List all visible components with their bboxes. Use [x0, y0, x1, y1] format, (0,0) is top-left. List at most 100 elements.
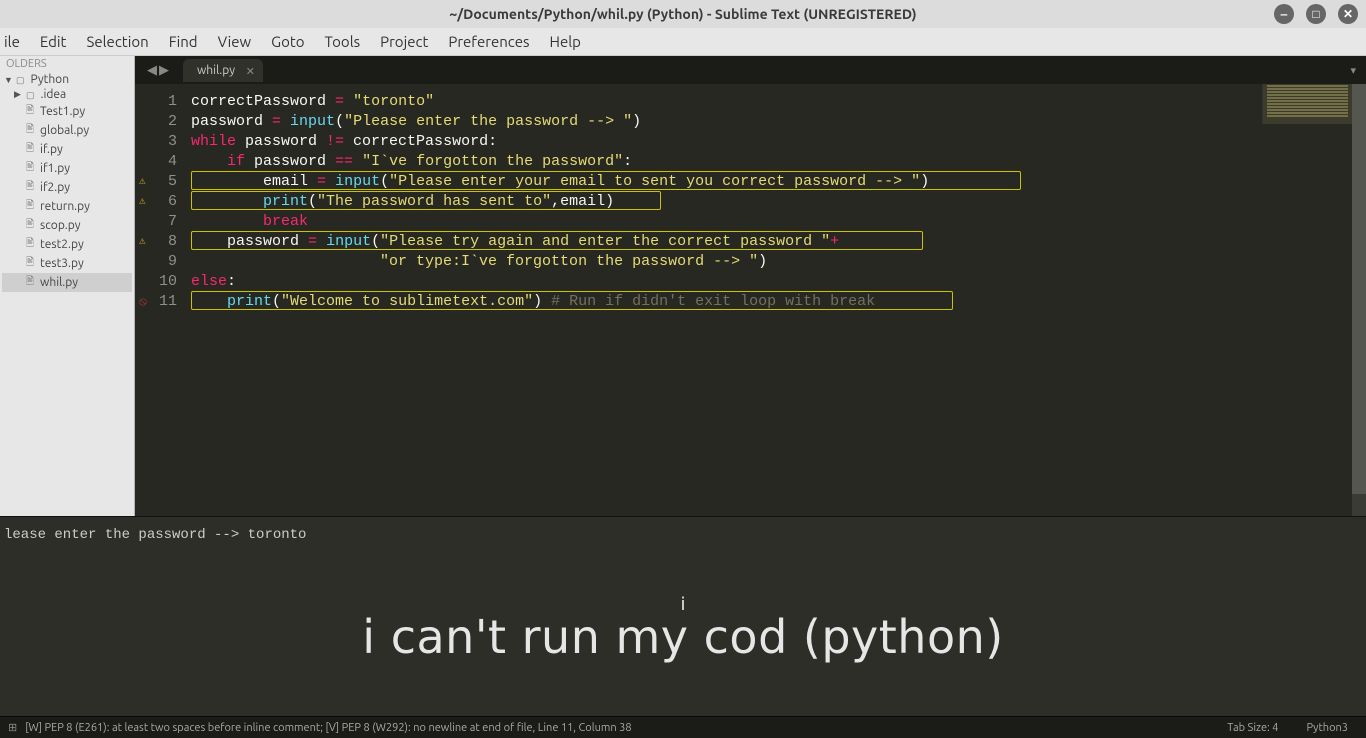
tab-label: whil.py: [197, 64, 235, 77]
menu-preferences[interactable]: Preferences: [438, 29, 539, 54]
tab-nav-arrows[interactable]: ◀▶: [141, 63, 175, 78]
menu-project[interactable]: Project: [370, 29, 438, 54]
file-label: test2.py: [40, 238, 84, 251]
file-tree: ▼ Python▶.idea Test1.py global.py if.py if1.p…: [0, 72, 134, 292]
file-label: if1.py: [40, 162, 70, 175]
line-number: 2: [135, 112, 177, 132]
file-item[interactable]: Test1.py: [2, 102, 132, 121]
code-line[interactable]: break: [191, 212, 1366, 232]
scrollbar-thumb[interactable]: [1352, 84, 1366, 494]
code-line[interactable]: email = input("Please enter your email t…: [191, 172, 1366, 192]
file-label: global.py: [40, 124, 89, 137]
tab-close-icon[interactable]: ✕: [246, 65, 255, 78]
tab-dropdown-icon[interactable]: ▾: [1350, 64, 1356, 77]
close-button[interactable]: ✕: [1338, 4, 1358, 24]
code-line[interactable]: password = input("Please enter the passw…: [191, 112, 1366, 132]
file-label: scop.py: [40, 219, 81, 232]
line-number: 1: [135, 92, 177, 112]
file-item[interactable]: test3.py: [2, 254, 132, 273]
code-editor[interactable]: 1234567891011 correctPassword = "toronto…: [135, 84, 1366, 516]
menu-selection[interactable]: Selection: [76, 29, 158, 54]
nav-fwd-icon[interactable]: ▶: [159, 63, 169, 78]
file-item[interactable]: if2.py: [2, 178, 132, 197]
code-line[interactable]: while password != correctPassword:: [191, 132, 1366, 152]
status-icon: ⊞: [8, 721, 17, 734]
sidebar-header: OLDERS: [0, 56, 134, 72]
code-line[interactable]: correctPassword = "toronto": [191, 92, 1366, 112]
menubar: ileEditSelectionFindViewGotoToolsProject…: [0, 28, 1366, 56]
code-line[interactable]: else:: [191, 272, 1366, 292]
line-number: 9: [135, 252, 177, 272]
file-icon: [26, 255, 36, 272]
tab-whil-py[interactable]: whil.py ✕: [183, 59, 263, 82]
menu-view[interactable]: View: [208, 29, 262, 54]
file-icon: [26, 236, 36, 253]
minimize-button[interactable]: ‒: [1274, 4, 1294, 24]
window-controls: ‒ □ ✕: [1274, 4, 1358, 24]
syntax-lang[interactable]: Python3: [1296, 722, 1358, 734]
sidebar: OLDERS ▼ Python▶.idea Test1.py global.py if.…: [0, 56, 135, 516]
file-label: return.py: [40, 200, 90, 213]
menu-find[interactable]: Find: [159, 29, 208, 54]
line-number: 11: [135, 292, 177, 312]
scrollbar[interactable]: [1352, 84, 1366, 516]
folder-icon: [16, 73, 27, 86]
window-title: ~/Documents/Python/whil.py (Python) - Su…: [449, 6, 916, 22]
file-icon: [26, 160, 36, 177]
menu-ile[interactable]: ile: [4, 29, 30, 54]
file-item[interactable]: global.py: [2, 121, 132, 140]
editor-area: ◀▶ whil.py ✕ ▾ 1234567891011 correctPass…: [135, 56, 1366, 516]
line-number: 3: [135, 132, 177, 152]
file-item[interactable]: if1.py: [2, 159, 132, 178]
gutter: 1234567891011: [135, 84, 183, 516]
menu-help[interactable]: Help: [540, 29, 591, 54]
folder-icon: [26, 88, 37, 101]
nav-back-icon[interactable]: ◀: [147, 63, 157, 78]
maximize-button[interactable]: □: [1306, 4, 1326, 24]
folder-label: Python: [31, 73, 70, 86]
file-label: if2.py: [40, 181, 70, 194]
console-output: lease enter the password --> toronto: [4, 527, 1362, 543]
code-line[interactable]: "or type:I`ve forgotton the password -->…: [191, 252, 1366, 272]
statusbar: ⊞ [W] PEP 8 (E261): at least two spaces …: [0, 716, 1366, 738]
file-label: Test1.py: [40, 105, 85, 118]
status-message: [W] PEP 8 (E261): at least two spaces be…: [25, 722, 631, 734]
file-icon: [26, 122, 36, 139]
code-line[interactable]: password = input("Please try again and e…: [191, 232, 1366, 252]
line-number: 6: [135, 192, 177, 212]
file-icon: [26, 217, 36, 234]
file-label: whil.py: [40, 276, 78, 289]
file-item[interactable]: return.py: [2, 197, 132, 216]
file-icon: [26, 274, 36, 291]
file-item[interactable]: if.py: [2, 140, 132, 159]
file-icon: [26, 179, 36, 196]
file-label: test3.py: [40, 257, 84, 270]
console-panel[interactable]: lease enter the password --> toronto i i…: [0, 516, 1366, 716]
chevron-right-icon: ▶: [14, 89, 22, 100]
file-label: if.py: [40, 143, 63, 156]
chevron-down-icon: ▼: [4, 75, 12, 85]
file-item[interactable]: scop.py: [2, 216, 132, 235]
file-item[interactable]: test2.py: [2, 235, 132, 254]
menu-tools[interactable]: Tools: [315, 29, 371, 54]
line-number: 4: [135, 152, 177, 172]
code-line[interactable]: print("Welcome to sublimetext.com") # Ru…: [191, 292, 1366, 312]
line-number: 7: [135, 212, 177, 232]
code-line[interactable]: if password == "I`ve forgotton the passw…: [191, 152, 1366, 172]
tab-size[interactable]: Tab Size: 4: [1217, 722, 1288, 734]
line-number: 5: [135, 172, 177, 192]
folder-item[interactable]: ▶.idea: [2, 87, 132, 102]
code-content[interactable]: correctPassword = "toronto"password = in…: [183, 84, 1366, 516]
minimap[interactable]: [1262, 84, 1352, 124]
file-item[interactable]: whil.py: [2, 273, 132, 292]
main-area: OLDERS ▼ Python▶.idea Test1.py global.py if.…: [0, 56, 1366, 516]
file-icon: [26, 141, 36, 158]
overlay-caption: i i can't run my cod (python): [362, 596, 1003, 660]
file-icon: [26, 103, 36, 120]
menu-goto[interactable]: Goto: [261, 29, 314, 54]
code-line[interactable]: print("The password has sent to",email): [191, 192, 1366, 212]
line-number: 8: [135, 232, 177, 252]
overlay-big: i can't run my cod (python): [362, 614, 1003, 660]
folder-root[interactable]: ▼ Python: [2, 72, 132, 87]
menu-edit[interactable]: Edit: [30, 29, 77, 54]
